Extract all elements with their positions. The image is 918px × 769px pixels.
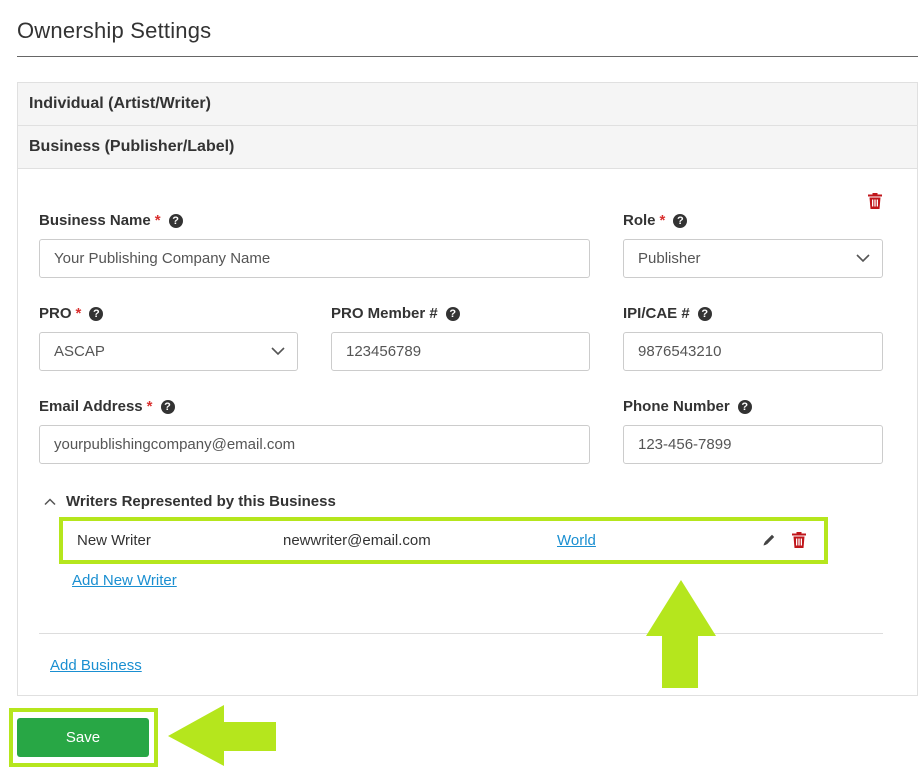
required-marker: * bbox=[154, 212, 161, 229]
trash-icon bbox=[868, 193, 882, 209]
pencil-icon bbox=[763, 534, 775, 546]
writer-name: New Writer bbox=[77, 532, 151, 549]
delete-writer-button[interactable] bbox=[792, 532, 806, 553]
pro-member-input[interactable]: 123456789 bbox=[331, 332, 590, 371]
role-label: Role * ? bbox=[623, 212, 688, 229]
help-icon[interactable]: ? bbox=[673, 213, 688, 228]
required-marker: * bbox=[75, 305, 82, 322]
arrow-up-annotation bbox=[646, 580, 716, 688]
add-new-writer-link[interactable]: Add New Writer bbox=[72, 572, 177, 589]
trash-icon bbox=[792, 532, 806, 548]
help-icon[interactable]: ? bbox=[697, 306, 712, 321]
chevron-up-icon bbox=[44, 497, 56, 505]
writer-territory-link[interactable]: World bbox=[557, 532, 596, 549]
email-label: Email Address * ? bbox=[39, 398, 175, 415]
title-divider bbox=[17, 56, 918, 57]
pro-label: PRO * ? bbox=[39, 305, 104, 322]
ipi-label: IPI/CAE # ? bbox=[623, 305, 712, 322]
business-name-label: Business Name * ? bbox=[39, 212, 183, 229]
arrow-left-annotation bbox=[168, 705, 276, 766]
edit-writer-button[interactable] bbox=[762, 533, 776, 552]
pro-member-label: PRO Member # ? bbox=[331, 305, 460, 322]
chevron-down-icon bbox=[271, 347, 285, 356]
phone-label: Phone Number ? bbox=[623, 398, 752, 415]
writers-heading: Writers Represented by this Business bbox=[66, 493, 336, 510]
help-icon[interactable]: ? bbox=[89, 306, 104, 321]
help-icon[interactable]: ? bbox=[445, 306, 460, 321]
help-icon[interactable]: ? bbox=[160, 399, 175, 414]
delete-business-button[interactable] bbox=[868, 193, 882, 214]
page-title: Ownership Settings bbox=[17, 18, 212, 43]
help-icon[interactable]: ? bbox=[737, 399, 752, 414]
chevron-down-icon bbox=[856, 254, 870, 263]
add-business-link[interactable]: Add Business bbox=[50, 657, 142, 674]
panel-individual-label: Individual (Artist/Writer) bbox=[29, 95, 211, 112]
email-input[interactable]: yourpublishingcompany@email.com bbox=[39, 425, 590, 464]
role-select[interactable]: Publisher bbox=[623, 239, 883, 278]
save-button[interactable]: Save bbox=[17, 718, 149, 757]
phone-input[interactable]: 123-456-7899 bbox=[623, 425, 883, 464]
panel-individual-header[interactable]: Individual (Artist/Writer) bbox=[17, 82, 918, 126]
business-name-input[interactable]: Your Publishing Company Name bbox=[39, 239, 590, 278]
section-divider bbox=[39, 633, 883, 634]
required-marker: * bbox=[146, 398, 153, 415]
writers-section-toggle[interactable]: Writers Represented by this Business bbox=[44, 493, 336, 510]
writer-row-highlight bbox=[59, 517, 828, 564]
help-icon[interactable]: ? bbox=[168, 213, 183, 228]
ipi-input[interactable]: 9876543210 bbox=[623, 332, 883, 371]
required-marker: * bbox=[659, 212, 666, 229]
panel-business-header[interactable]: Business (Publisher/Label) bbox=[17, 125, 918, 169]
pro-select[interactable]: ASCAP bbox=[39, 332, 298, 371]
panel-business-label: Business (Publisher/Label) bbox=[29, 138, 235, 155]
writer-email: newwriter@email.com bbox=[283, 532, 431, 549]
